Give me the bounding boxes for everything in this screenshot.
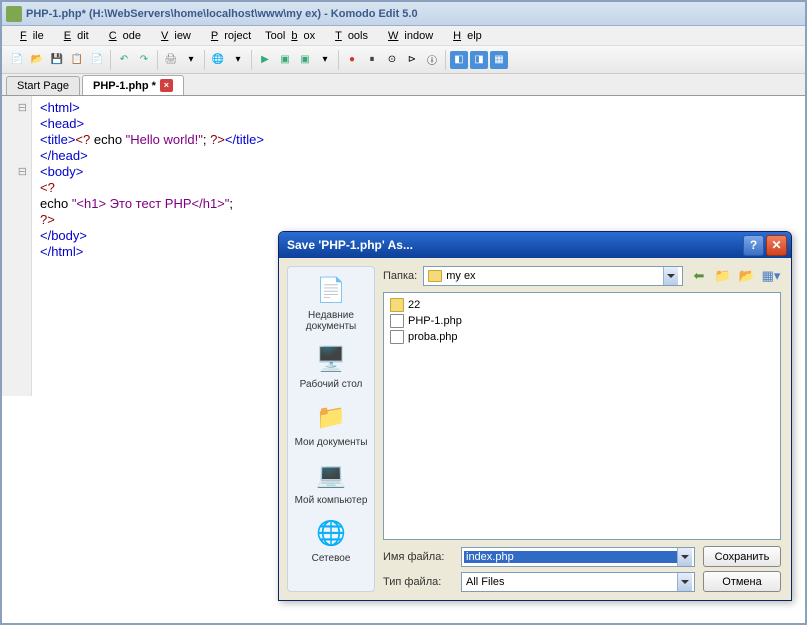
menu-code[interactable]: Code <box>97 28 147 44</box>
up-button[interactable]: 📁 <box>713 266 733 286</box>
window-title: PHP-1.php* (H:\WebServers\home\localhost… <box>26 8 418 20</box>
place-icon: 💻 <box>314 458 348 492</box>
tb-open[interactable]: 📂 <box>28 51 46 69</box>
folder-icon <box>428 270 442 282</box>
file-item[interactable]: proba.php <box>388 329 776 345</box>
place-item[interactable]: 📄 Недавние документы <box>290 273 372 332</box>
place-icon: 📁 <box>314 400 348 434</box>
menubar: File Edit Code View Project Toolbox Tool… <box>2 26 805 46</box>
menu-file[interactable]: File <box>8 28 50 44</box>
new-folder-button[interactable]: 📂 <box>737 266 757 286</box>
save-as-dialog: Save 'PHP-1.php' As... ? ✕ 📄 Недавние док… <box>278 231 792 601</box>
tb-ext3[interactable]: ▦ <box>490 51 508 69</box>
tb-saveall[interactable]: 📋 <box>68 51 86 69</box>
toolbar: 📄 📂 💾 📋 📄 ↶ ↷ 🖨 ▾ 🌐 ▾ ▶ ▣ ▣ ▾ ● ⏸ ⊙ ⊳ ⓘ … <box>2 46 805 74</box>
tb-globe-dd[interactable]: ▾ <box>229 51 247 69</box>
tb-pause[interactable]: ⏸ <box>363 51 381 69</box>
tab-label: Start Page <box>17 80 69 92</box>
tb-ext2[interactable]: ◨ <box>470 51 488 69</box>
file-list[interactable]: 22 PHP-1.php proba.php <box>383 292 781 540</box>
tb-redo[interactable]: ↷ <box>135 51 153 69</box>
menu-help[interactable]: Help <box>441 28 488 44</box>
filename-value: index.php <box>464 551 677 563</box>
file-name: 22 <box>408 299 420 311</box>
place-label: Мои документы <box>295 437 368 448</box>
app-icon <box>6 6 22 22</box>
chevron-down-icon <box>677 548 692 566</box>
menu-view[interactable]: View <box>149 28 197 44</box>
chevron-down-icon <box>677 573 692 591</box>
menu-toolbox[interactable]: Toolbox <box>259 28 321 44</box>
tb-step1[interactable]: ⊙ <box>383 51 401 69</box>
place-label: Сетевое <box>312 553 351 564</box>
place-icon: 📄 <box>314 273 348 307</box>
chevron-down-icon <box>663 267 678 285</box>
tabbar: Start Page PHP-1.php * × <box>2 74 805 96</box>
dialog-close-button[interactable]: ✕ <box>766 235 787 256</box>
menu-window[interactable]: Window <box>376 28 439 44</box>
tb-preview[interactable]: ▾ <box>182 51 200 69</box>
place-label: Недавние документы <box>290 310 372 332</box>
file-item[interactable]: PHP-1.php <box>388 313 776 329</box>
place-item[interactable]: 🖥️ Рабочий стол <box>300 342 363 390</box>
cancel-button[interactable]: Отмена <box>703 571 781 592</box>
tb-print[interactable]: 🖨 <box>162 51 180 69</box>
tb-step3[interactable]: ⓘ <box>423 51 441 69</box>
tb-run2[interactable]: ▣ <box>276 51 294 69</box>
tb-undo[interactable]: ↶ <box>115 51 133 69</box>
place-icon: 🌐 <box>314 516 348 550</box>
place-item[interactable]: 🌐 Сетевое <box>312 516 351 564</box>
tb-run3[interactable]: ▣ <box>296 51 314 69</box>
tb-save[interactable]: 💾 <box>48 51 66 69</box>
place-item[interactable]: 💻 Мой компьютер <box>295 458 368 506</box>
tb-copy[interactable]: 📄 <box>88 51 106 69</box>
place-icon: 🖥️ <box>314 342 348 376</box>
menu-project[interactable]: Project <box>199 28 257 44</box>
menu-edit[interactable]: Edit <box>52 28 95 44</box>
menu-tools[interactable]: Tools <box>323 28 374 44</box>
tb-record[interactable]: ● <box>343 51 361 69</box>
file-icon <box>390 314 404 328</box>
dialog-titlebar[interactable]: Save 'PHP-1.php' As... ? ✕ <box>279 232 791 258</box>
tb-globe[interactable]: 🌐 <box>209 51 227 69</box>
tb-run4[interactable]: ▾ <box>316 51 334 69</box>
app-titlebar: PHP-1.php* (H:\WebServers\home\localhost… <box>2 2 805 26</box>
gutter: ⊟⊟ <box>2 96 32 396</box>
tb-step2[interactable]: ⊳ <box>403 51 421 69</box>
folder-icon <box>390 298 404 312</box>
places-bar: 📄 Недавние документы 🖥️ Рабочий стол 📁 Мои до… <box>287 266 375 592</box>
filetype-dropdown[interactable]: All Files <box>461 572 695 592</box>
filename-label: Имя файла: <box>383 551 453 563</box>
file-name: PHP-1.php <box>408 315 462 327</box>
back-button[interactable]: ⬅ <box>689 266 709 286</box>
folder-dropdown[interactable]: my ex <box>423 266 683 286</box>
tb-run1[interactable]: ▶ <box>256 51 274 69</box>
tb-new[interactable]: 📄 <box>8 51 26 69</box>
filetype-value: All Files <box>464 576 677 588</box>
folder-label: Папка: <box>383 270 417 282</box>
filename-input[interactable]: index.php <box>461 547 695 567</box>
tab-php-1[interactable]: PHP-1.php * × <box>82 75 184 95</box>
filetype-label: Тип файла: <box>383 576 453 588</box>
place-item[interactable]: 📁 Мои документы <box>295 400 368 448</box>
tab-close-icon[interactable]: × <box>160 79 173 92</box>
tb-ext1[interactable]: ◧ <box>450 51 468 69</box>
place-label: Мой компьютер <box>295 495 368 506</box>
dialog-title: Save 'PHP-1.php' As... <box>283 238 741 252</box>
folder-value: my ex <box>446 270 475 282</box>
place-label: Рабочий стол <box>300 379 363 390</box>
tab-label: PHP-1.php * <box>93 80 156 92</box>
file-item[interactable]: 22 <box>388 297 776 313</box>
tab-startpage[interactable]: Start Page <box>6 76 80 95</box>
dialog-help-button[interactable]: ? <box>743 235 764 256</box>
save-button[interactable]: Сохранить <box>703 546 781 567</box>
file-icon <box>390 330 404 344</box>
file-name: proba.php <box>408 331 458 343</box>
view-button[interactable]: ▦▾ <box>761 266 781 286</box>
